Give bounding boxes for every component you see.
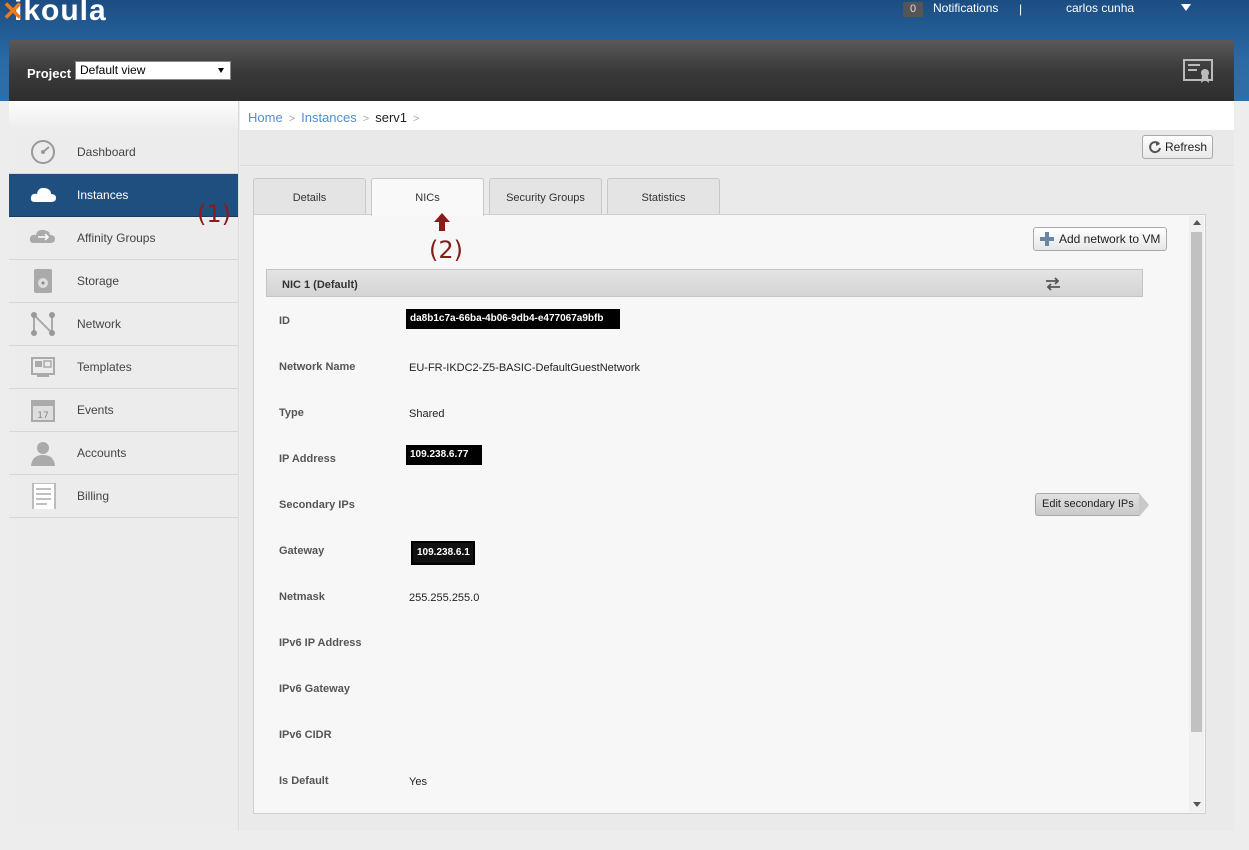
field-label-is-default: Is Default (279, 775, 329, 787)
tab-nics[interactable]: NICs (371, 178, 484, 216)
field-label-gateway: Gateway (279, 545, 325, 557)
refresh-icon (1149, 141, 1161, 154)
sidebar-item-label: Events (77, 403, 114, 417)
field-value-is-default: Yes (409, 776, 427, 788)
sidebar-item-dashboard[interactable]: Dashboard (9, 131, 238, 174)
edit-secondary-ips-button[interactable]: Edit secondary IPs (1035, 493, 1149, 517)
notifications-link[interactable]: Notifications (933, 1, 998, 15)
scrollbar-thumb[interactable] (1191, 232, 1202, 732)
tab-details[interactable]: Details (253, 178, 366, 214)
certificate-icon[interactable] (1183, 58, 1213, 84)
sidebar-item-accounts[interactable]: Accounts (9, 432, 238, 475)
logo-text: ikoula (14, 0, 107, 27)
project-label: Project (27, 66, 72, 81)
select-caret-icon (218, 68, 224, 73)
refresh-label: Refresh (1165, 140, 1208, 154)
sidebar-item-label: Affinity Groups (77, 231, 156, 245)
field-label-ipv6-gateway: IPv6 Gateway (279, 683, 350, 695)
breadcrumb-home[interactable]: Home (248, 110, 283, 125)
breadcrumb-instances[interactable]: Instances (301, 110, 357, 125)
templates-icon (31, 357, 55, 377)
user-menu[interactable]: carlos cunha (1066, 1, 1134, 15)
svg-text:17: 17 (37, 411, 48, 421)
field-value-network-name: EU-FR-IKDC2-Z5-BASIC-DefaultGuestNetwork (409, 362, 641, 374)
logo-mark-icon: ✕ (2, 0, 25, 26)
sidebar-item-storage[interactable]: Storage (9, 260, 238, 303)
project-bar: Project Default view (9, 40, 1234, 101)
field-value-netmask: 255.255.255.0 (409, 592, 480, 604)
sidebar-item-label: Templates (77, 360, 132, 374)
breadcrumb-separator: > (362, 113, 370, 125)
field-label-ipv6-cidr: IPv6 CIDR (279, 729, 332, 741)
sidebar-item-events[interactable]: 17 Events (9, 389, 238, 432)
user-menu-chevron-down-icon[interactable] (1181, 4, 1191, 11)
breadcrumb-separator: > (288, 113, 296, 125)
edit-secondary-ips-label: Edit secondary IPs (1042, 498, 1134, 510)
sidebar-item-label: Dashboard (77, 145, 136, 159)
panel-scrollbar[interactable] (1189, 216, 1204, 812)
field-value-type: Shared (409, 408, 445, 420)
field-value-id: da8b1c7a-66ba-4b06-9db4-e477067a9bfb (406, 309, 620, 329)
button-arrow-tip (1139, 493, 1149, 517)
breadcrumb-current: serv1 (375, 110, 408, 125)
scroll-down-icon[interactable] (1193, 802, 1201, 807)
annotation-arrow-up-icon (434, 213, 450, 231)
field-label-id: ID (279, 315, 290, 327)
project-select[interactable]: Default view (75, 61, 231, 80)
sidebar-item-billing[interactable]: Billing (9, 475, 238, 518)
field-label-netmask: Netmask (279, 591, 325, 603)
field-label-secondary-ips: Secondary IPs (279, 499, 355, 511)
page-bottom (9, 831, 1234, 850)
breadcrumb: Home > Instances > serv1 > (248, 110, 425, 125)
annotation-1: (1) (197, 200, 231, 228)
user-icon (31, 442, 55, 466)
field-label-type: Type (279, 407, 304, 419)
project-select-value: Default view (80, 63, 146, 77)
sidebar-item-label: Network (77, 317, 122, 331)
swap-icon[interactable] (1045, 277, 1061, 291)
sidebar-item-templates[interactable]: Templates (9, 346, 238, 389)
refresh-button[interactable]: Refresh (1142, 135, 1213, 159)
sidebar-item-label: Billing (77, 489, 110, 503)
field-label-ipv6-address: IPv6 IP Address (279, 637, 362, 649)
storage-icon (34, 269, 52, 293)
breadcrumb-bar: Home > Instances > serv1 > (240, 101, 1234, 130)
network-icon (31, 312, 55, 336)
dashboard-icon (31, 140, 55, 164)
sidebar-item-label: Storage (77, 274, 120, 288)
sidebar-item-label: Accounts (77, 446, 127, 460)
field-value-gateway: 109.238.6.1 (411, 541, 475, 565)
tab-security-groups[interactable]: Security Groups (489, 178, 602, 214)
billing-icon (32, 483, 56, 509)
scroll-up-icon[interactable] (1193, 220, 1201, 225)
field-label-ip-address: IP Address (279, 453, 336, 465)
add-network-label: Add network to VM (1059, 232, 1161, 246)
field-value-ip-address: 109.238.6.77 (406, 445, 482, 465)
logo[interactable]: ✕ ikoula (2, 0, 107, 28)
toolbar: Refresh (240, 130, 1234, 166)
add-network-button[interactable]: Add network to VM (1033, 227, 1167, 251)
affinity-icon (29, 229, 55, 243)
field-label-network-name: Network Name (279, 361, 356, 373)
notifications-count-badge[interactable]: 0 (903, 2, 923, 17)
cloud-icon (30, 187, 56, 202)
annotation-2: (2) (429, 236, 463, 264)
sidebar-item-label: Instances (77, 188, 129, 202)
plus-icon (1040, 232, 1054, 246)
breadcrumb-separator: > (413, 113, 420, 125)
sidebar-item-network[interactable]: Network (9, 303, 238, 346)
header-separator: | (1019, 2, 1023, 16)
nic-title: NIC 1 (Default) (282, 279, 358, 291)
tab-statistics[interactable]: Statistics (607, 178, 720, 214)
calendar-icon: 17 (31, 400, 55, 422)
nic-header: NIC 1 (Default) (266, 269, 1143, 297)
